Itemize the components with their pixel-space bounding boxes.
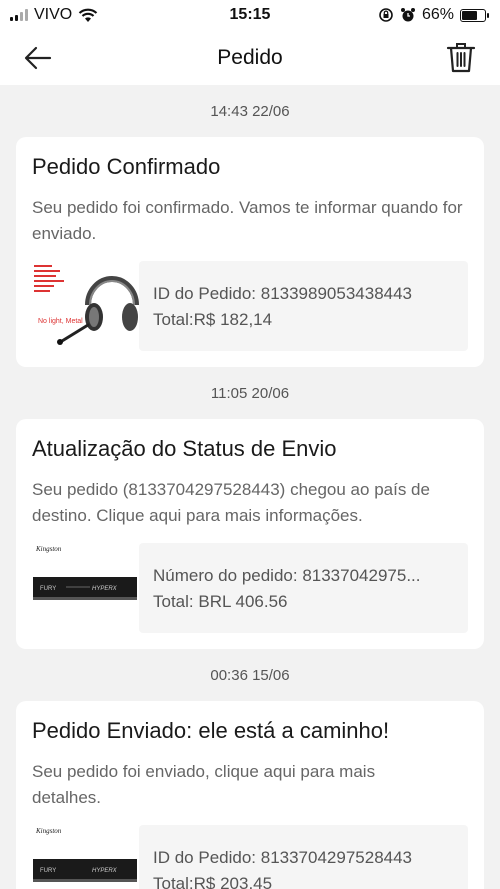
ram-brand: Kingston xyxy=(35,827,62,835)
ram-fury-label: FURY xyxy=(40,586,56,592)
battery-percent: 66% xyxy=(421,6,454,23)
wifi-icon xyxy=(78,8,98,22)
ram-fury-label: FURY xyxy=(40,868,56,874)
order-info: ID do Pedido: 8133704297528443 Total:R$ … xyxy=(139,825,468,889)
notification-card[interactable]: Atualização do Status de Envio Seu pedid… xyxy=(16,419,484,649)
headset-product-image: No light, Metal xyxy=(32,261,139,351)
carrier-label: VIVO xyxy=(34,6,73,23)
status-bar: VIVO 15:15 66% xyxy=(0,0,500,30)
ram-hyperx-label: HYPERX xyxy=(92,868,118,874)
order-info: Número do pedido: 81337042975... Total: … xyxy=(139,543,468,633)
back-button[interactable] xyxy=(22,42,54,74)
ram-image: Kingston FURY HYPERX xyxy=(32,825,139,889)
notification-card[interactable]: Pedido Confirmado Seu pedido foi confirm… xyxy=(16,137,484,367)
notification-title: Pedido Enviado: ele está a caminho! xyxy=(32,718,390,743)
notification-timestamp: 14:43 22/06 xyxy=(210,103,290,120)
alarm-icon xyxy=(400,8,415,22)
app-header: Pedido xyxy=(0,30,500,85)
order-summary[interactable]: Kingston FURY HYPERX Número do pedido: 8… xyxy=(32,543,468,633)
battery-icon xyxy=(460,8,489,22)
signal-icon xyxy=(10,9,28,21)
notification-card[interactable]: Pedido Enviado: ele está a caminho! Seu … xyxy=(16,701,484,889)
headset-caption: No light, Metal xyxy=(38,318,83,325)
notification-title: Pedido Confirmado xyxy=(32,154,221,179)
ram-image: Kingston FURY HYPERX xyxy=(32,543,139,633)
page-title: Pedido xyxy=(217,45,283,69)
notification-text: Seu pedido (8133704297528443) chegou ao … xyxy=(32,480,430,525)
order-total: Total:R$ 203,45 xyxy=(153,874,273,889)
notification-feed: 14:43 22/06 Pedido Confirmado Seu pedido… xyxy=(0,85,500,889)
order-id: ID do Pedido: 8133989053438443 xyxy=(153,284,413,303)
arrow-left-icon xyxy=(24,46,52,70)
ram-brand: Kingston xyxy=(35,545,62,553)
notification-text: Seu pedido foi confirmado. Vamos te info… xyxy=(32,198,463,243)
trash-icon xyxy=(446,43,476,73)
notification-title: Atualização do Status de Envio xyxy=(32,436,337,461)
order-summary[interactable]: No light, Metal ID do Pedido: 8133989053… xyxy=(32,261,468,351)
notification-timestamp: 00:36 15/06 xyxy=(210,667,290,684)
order-summary[interactable]: Kingston FURY HYPERX ID do Pedido: 81337… xyxy=(32,825,468,889)
status-right: 66% xyxy=(378,6,489,24)
order-id: ID do Pedido: 8133704297528443 xyxy=(153,848,413,867)
ram-memory-product-image: Kingston FURY HYPERX xyxy=(32,543,139,633)
status-left: VIVO xyxy=(10,6,98,24)
order-total: Total:R$ 182,14 xyxy=(153,310,273,329)
order-total: Total: BRL 406.56 xyxy=(153,592,288,611)
notification-text: Seu pedido foi enviado, clique aqui para… xyxy=(32,762,376,807)
order-id: Número do pedido: 81337042975... xyxy=(153,566,421,585)
rotation-lock-icon xyxy=(379,8,393,22)
headset-image: No light, Metal xyxy=(32,261,139,351)
delete-button[interactable] xyxy=(444,40,478,74)
order-info: ID do Pedido: 8133989053438443 Total:R$ … xyxy=(139,261,468,351)
notification-timestamp: 11:05 20/06 xyxy=(210,385,290,402)
ram-memory-product-image: Kingston FURY HYPERX xyxy=(32,825,139,889)
ram-hyperx-label: HYPERX xyxy=(92,586,118,592)
